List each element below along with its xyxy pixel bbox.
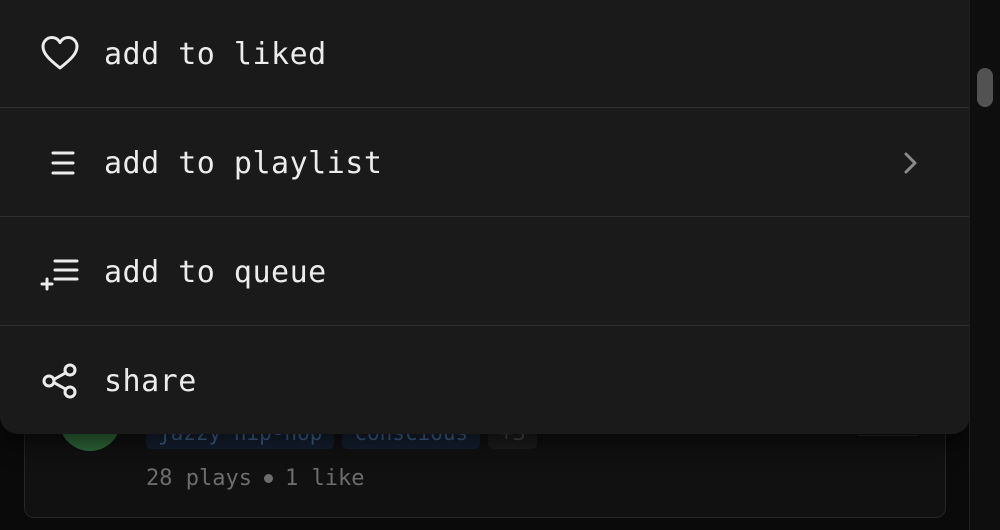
menu-divider <box>0 107 970 108</box>
app-viewport: jazzy hip-hop conscious +3 28 plays 1 li… <box>0 0 1000 530</box>
menu-item-label: add to liked <box>104 36 327 72</box>
list-icon <box>39 142 81 184</box>
menu-item-label: add to queue <box>104 254 327 290</box>
menu-divider <box>0 325 970 326</box>
queue-add-icon <box>39 251 81 293</box>
separator-dot <box>263 474 273 483</box>
scrollbar-thumb[interactable] <box>977 68 993 107</box>
like-count: 1 like <box>284 466 365 491</box>
play-count: 28 plays <box>146 466 252 491</box>
menu-item-add-to-playlist[interactable]: add to playlist <box>0 109 970 217</box>
menu-item-label: share <box>104 363 197 399</box>
menu-item-add-to-liked[interactable]: add to liked <box>0 0 970 108</box>
track-context-menu: add to liked add to playlist add to queu… <box>0 0 970 434</box>
menu-item-share[interactable]: share <box>0 327 970 434</box>
track-stats: 28 plays 1 like <box>146 466 364 491</box>
heart-icon <box>39 33 81 75</box>
scrollbar-track[interactable] <box>969 0 1000 530</box>
menu-item-add-to-queue[interactable]: add to queue <box>0 218 970 326</box>
chevron-right-icon <box>902 151 918 175</box>
menu-divider <box>0 216 970 217</box>
menu-item-label: add to playlist <box>104 145 383 181</box>
share-icon <box>39 360 81 402</box>
